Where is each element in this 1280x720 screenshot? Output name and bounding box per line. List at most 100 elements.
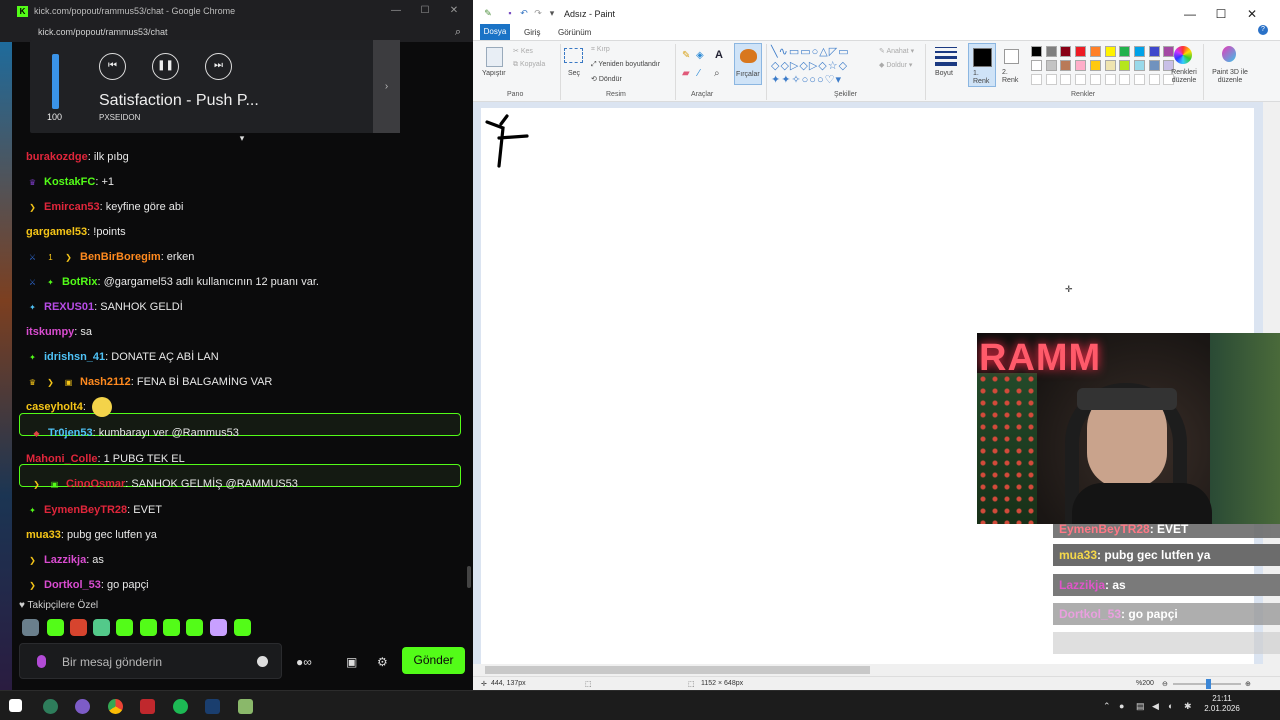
palette-swatch[interactable]	[1104, 46, 1116, 57]
palette-swatch[interactable]	[1060, 46, 1072, 57]
help-icon[interactable]: ?	[1258, 25, 1268, 35]
mic-tray-icon[interactable]: ●	[1119, 701, 1124, 711]
palette-swatch[interactable]	[1133, 46, 1145, 57]
tab-view[interactable]: Görünüm	[558, 28, 591, 37]
select-icon[interactable]	[564, 48, 583, 63]
chat-username[interactable]: Emircan53	[44, 201, 100, 213]
previous-track-button[interactable]: ⏮	[99, 53, 126, 80]
palette-swatch[interactable]	[1075, 60, 1087, 71]
emote-icon[interactable]	[210, 619, 227, 636]
empty-swatch[interactable]	[1075, 74, 1087, 85]
chat-username[interactable]: BenBirBoregim	[80, 251, 161, 263]
palette-swatch[interactable]	[1045, 60, 1057, 71]
fill-icon[interactable]: ◈	[696, 50, 704, 61]
windows-start-icon[interactable]	[9, 699, 22, 712]
chat-username[interactable]: BotRix	[62, 276, 97, 288]
chat-username[interactable]: KostakFC	[44, 176, 95, 188]
copy-button[interactable]: ⧉ Kopyala	[513, 61, 545, 69]
empty-swatch[interactable]	[1148, 74, 1160, 85]
palette-swatch[interactable]	[1089, 60, 1101, 71]
app-icon-1[interactable]	[43, 699, 58, 714]
chrome-icon[interactable]	[108, 699, 123, 714]
minimize-button[interactable]: —	[382, 0, 410, 22]
bluetooth-icon[interactable]: ✱	[1184, 701, 1192, 712]
close-button[interactable]: ✕	[440, 0, 468, 22]
rotate-button[interactable]: ⟲ Döndür	[591, 75, 622, 83]
save-icon[interactable]: ▪	[505, 8, 515, 18]
emote-icon[interactable]	[47, 619, 64, 636]
headset-icon[interactable]: ◐	[1168, 701, 1173, 711]
zoom-icon[interactable]: ⌕	[455, 22, 461, 42]
maximize-button[interactable]: ☐	[411, 0, 439, 22]
palette-swatch[interactable]	[1148, 60, 1160, 71]
emote-icon[interactable]	[22, 619, 39, 636]
cut-button[interactable]: ✂ Kes	[513, 47, 533, 55]
paint3d-label[interactable]: Paint 3D ile düzenle	[1207, 69, 1253, 85]
chat-username[interactable]: itskumpy	[26, 326, 74, 338]
color1-button[interactable]: 1. Renk	[968, 43, 996, 87]
emote-icon[interactable]	[116, 619, 133, 636]
empty-swatch[interactable]	[1089, 74, 1101, 85]
empty-swatch[interactable]	[1133, 74, 1145, 85]
palette-swatch[interactable]	[1119, 60, 1131, 71]
empty-swatch[interactable]	[1119, 74, 1131, 85]
shapes-gallery-row3[interactable]: ✦✦✧○○○♡▾	[771, 73, 842, 86]
palette-swatch[interactable]	[1119, 46, 1131, 57]
steam-icon[interactable]	[205, 699, 220, 714]
outline-button[interactable]: ✎ Anahat ▾	[879, 47, 914, 55]
size-label[interactable]: Boyut	[935, 70, 953, 77]
palette-swatch[interactable]	[1133, 60, 1145, 71]
chat-username[interactable]: Nash2112	[80, 376, 131, 388]
zoom-in-button[interactable]: ⊕	[1245, 680, 1251, 688]
network-icon[interactable]: ▤	[1136, 701, 1145, 712]
chat-username[interactable]: idrishsn_41	[44, 351, 105, 363]
crop-button[interactable]: ⌗ Kırp	[591, 46, 610, 54]
color-picker-icon[interactable]: ⁄	[698, 68, 700, 79]
text-icon[interactable]: A	[715, 49, 723, 61]
horizontal-scrollbar[interactable]	[473, 664, 1280, 676]
shapes-gallery-row2[interactable]: ◇◇▷◇▷◇☆◇	[771, 59, 848, 72]
palette-swatch[interactable]	[1060, 60, 1072, 71]
emote-icon[interactable]	[70, 619, 87, 636]
resize-button[interactable]: ⤢ Yeniden boyutlandır	[591, 61, 660, 69]
tray-arrow-icon[interactable]: ⌃	[1103, 701, 1111, 712]
palette-swatch[interactable]	[1163, 46, 1175, 57]
empty-swatch[interactable]	[1031, 74, 1042, 85]
pause-button[interactable]: ❚❚	[152, 53, 179, 80]
chat-username[interactable]: Dortkol_53	[44, 579, 101, 591]
chat-username[interactable]: REXUS01	[44, 301, 94, 313]
empty-swatch[interactable]	[1045, 74, 1057, 85]
chat-scrollbar[interactable]	[467, 566, 471, 588]
pencil-icon[interactable]: ✎	[682, 50, 690, 61]
chat-username[interactable]: EymenBeyTR28	[44, 504, 127, 516]
paint-taskbar-icon[interactable]	[238, 699, 253, 714]
chat-username[interactable]: Lazzikja	[44, 554, 86, 566]
emote-icon[interactable]	[93, 619, 110, 636]
mic-icon[interactable]	[37, 655, 46, 668]
chat-username[interactable]: caseyholt4	[26, 401, 83, 413]
clock[interactable]: 21:11 2.01.2026	[1203, 694, 1241, 714]
donate-icon[interactable]: ●∞	[296, 655, 312, 669]
chat-username[interactable]: burakozdge	[26, 151, 88, 163]
shapes-gallery[interactable]: ╲∿▭▭○△◸▭	[771, 45, 850, 58]
undo-icon[interactable]: ↶	[519, 8, 529, 18]
palette-swatch[interactable]	[1031, 46, 1042, 57]
paste-icon[interactable]	[486, 47, 503, 67]
chat-username[interactable]: Mahoni_Colle	[26, 453, 98, 465]
emoji-icon[interactable]	[257, 656, 268, 667]
emote-icon[interactable]	[234, 619, 251, 636]
select-label[interactable]: Seç	[568, 70, 580, 77]
collapse-icon[interactable]: ▾	[236, 133, 248, 143]
palette-swatch[interactable]	[1104, 60, 1116, 71]
chat-username[interactable]: mua33	[26, 529, 61, 541]
paint3d-icon[interactable]	[1222, 46, 1236, 62]
emote-icon[interactable]	[140, 619, 157, 636]
size-icon[interactable]	[935, 47, 957, 48]
spotify-icon[interactable]	[173, 699, 188, 714]
edit-colors-icon[interactable]	[1174, 46, 1192, 64]
send-button[interactable]: Gönder	[402, 647, 465, 674]
gear-icon[interactable]: ⚙	[377, 655, 388, 669]
paste-label[interactable]: Yapıştır	[482, 70, 506, 77]
magnifier-icon[interactable]: ⌕	[714, 68, 720, 79]
emote-icon[interactable]	[163, 619, 180, 636]
